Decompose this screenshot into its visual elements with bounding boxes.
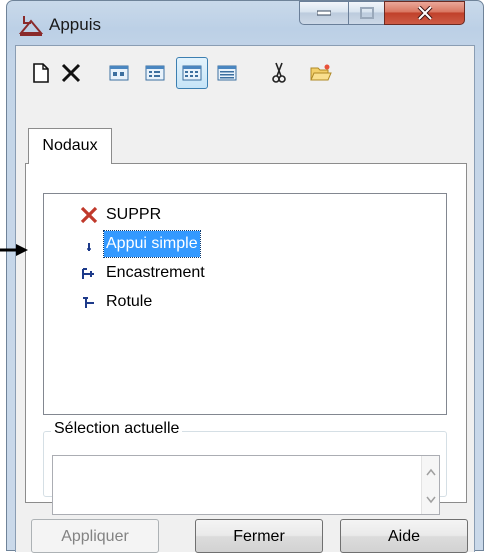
help-button[interactable]: Aide xyxy=(340,519,468,553)
new-document-icon xyxy=(33,63,49,83)
minimize-icon xyxy=(317,10,331,16)
minimize-button[interactable] xyxy=(299,1,348,25)
open-button[interactable] xyxy=(308,60,334,86)
list-item-label: SUPPR xyxy=(106,206,162,223)
view-details-icon xyxy=(217,65,237,81)
list-item[interactable]: Encastrement xyxy=(44,260,446,286)
delete-x-icon xyxy=(80,206,98,224)
view-large-icons-icon xyxy=(109,65,129,81)
list-item-label: Rotule xyxy=(106,293,153,310)
list-item[interactable]: SUPPR xyxy=(44,202,446,228)
client-area: Nodaux SUPPR Appui simple Encastrement R… xyxy=(0,45,475,553)
open-folder-icon xyxy=(310,64,332,81)
view-list-icon xyxy=(182,65,202,81)
current-selection-field[interactable] xyxy=(52,455,440,515)
view-details-button[interactable] xyxy=(214,60,240,86)
window-title: Appuis xyxy=(49,15,101,34)
view-large-icons-button[interactable] xyxy=(106,60,132,86)
close-dialog-button[interactable]: Fermer xyxy=(195,519,323,553)
list-item[interactable]: Rotule xyxy=(44,289,446,315)
maximize-icon xyxy=(359,7,374,19)
close-button[interactable] xyxy=(384,1,465,25)
current-selection-label: Sélection actuelle xyxy=(51,420,183,438)
list-item-label: Appui simple xyxy=(103,230,201,258)
memo-scrollbar[interactable] xyxy=(421,456,439,514)
tab-panel-nodaux: SUPPR Appui simple Encastrement Rotule S… xyxy=(0,163,467,515)
simple-support-icon xyxy=(80,235,98,253)
scroll-up-icon xyxy=(426,468,436,476)
arrow-right-icon xyxy=(0,239,30,256)
scissors-icon xyxy=(272,62,286,83)
list-item-selected[interactable]: Appui simple xyxy=(0,230,446,258)
title-bar[interactable]: Appuis xyxy=(7,1,483,45)
view-small-icons-button[interactable] xyxy=(142,60,168,86)
hinge-icon xyxy=(80,293,98,311)
list-item-label: Encastrement xyxy=(106,264,205,281)
tab-nodaux[interactable]: Nodaux xyxy=(28,128,112,164)
delete-x-icon xyxy=(61,63,81,83)
app-support-icon xyxy=(18,13,44,37)
close-icon xyxy=(417,6,432,20)
window: Appuis Nodaux SUPPR Appui simple Encastr… xyxy=(0,0,484,553)
apply-button[interactable]: Appliquer xyxy=(31,519,159,553)
fixed-support-icon xyxy=(80,264,98,282)
current-selection-group: Sélection actuelle xyxy=(43,420,447,515)
view-small-icons-icon xyxy=(145,65,165,81)
view-list-button[interactable] xyxy=(176,57,208,89)
scroll-down-icon xyxy=(426,496,436,504)
cut-button[interactable] xyxy=(266,60,292,86)
maximize-button[interactable] xyxy=(348,1,384,25)
support-list[interactable]: SUPPR Appui simple Encastrement Rotule xyxy=(0,193,447,415)
delete-button[interactable] xyxy=(58,60,84,86)
new-button[interactable] xyxy=(28,60,54,86)
toolbar xyxy=(16,54,474,94)
